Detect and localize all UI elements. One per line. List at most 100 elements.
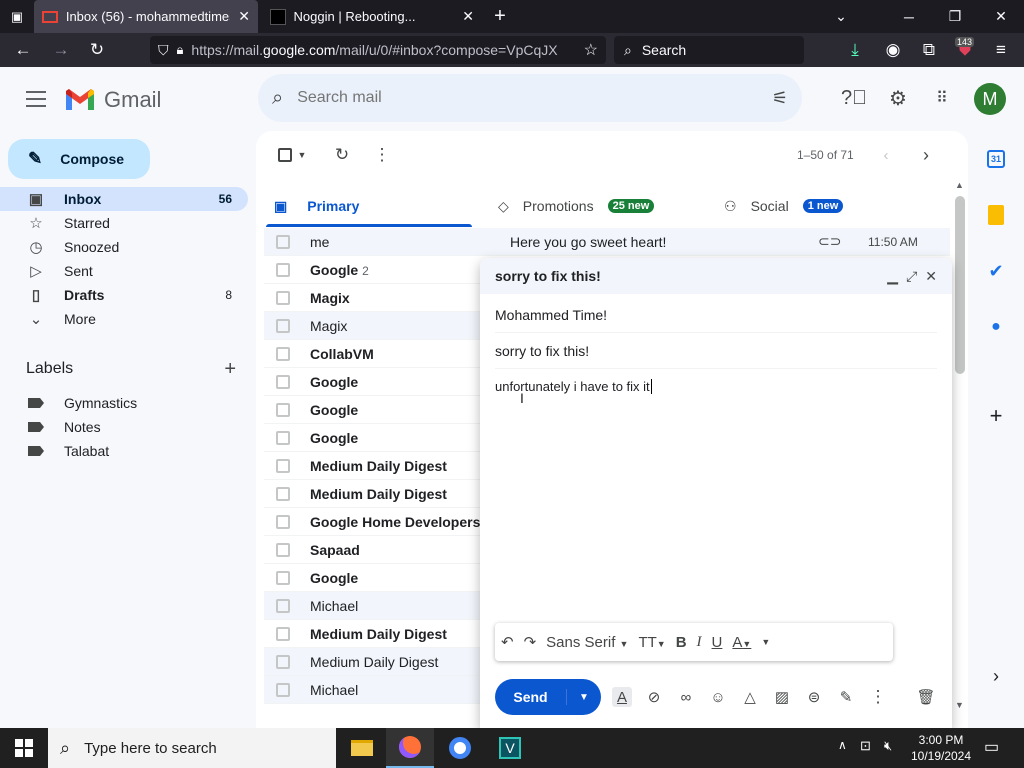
row-checkbox[interactable] [276, 542, 290, 557]
subject-field[interactable]: sorry to fix this! [495, 333, 937, 369]
row-checkbox[interactable] [276, 402, 290, 417]
tab-gmail-inbox[interactable]: Inbox (56) - mohammedtime57@ ✕ [34, 0, 258, 33]
schedule-send-icon[interactable]: ▼ [567, 692, 601, 703]
search-icon[interactable]: ⌕ [272, 87, 283, 110]
extensions-icon[interactable]: ⧉ [914, 33, 944, 67]
app-menu-icon[interactable]: ≡ [986, 33, 1016, 67]
shield-icon[interactable]: ⛉ [158, 42, 169, 59]
label-item[interactable]: Notes [28, 415, 101, 439]
message-body[interactable]: unfortunately i have to fix it [495, 379, 937, 399]
row-checkbox[interactable] [276, 262, 290, 277]
refresh-icon[interactable]: ↻ [332, 145, 352, 165]
tab-social[interactable]: ⚇ Social 1 new [724, 186, 844, 226]
italic-icon[interactable]: I [697, 634, 702, 651]
row-checkbox[interactable] [276, 374, 290, 389]
row-checkbox[interactable] [276, 346, 290, 361]
restore-window-icon[interactable]: ❐ [932, 0, 978, 33]
send-button[interactable]: Send [495, 689, 567, 705]
address-bar[interactable]: ⛉ 🔒︎ https://mail.google.com/mail/u/0/#i… [150, 36, 606, 64]
row-checkbox[interactable] [276, 430, 290, 445]
expand-icon[interactable]: ⤢ [906, 268, 917, 285]
tab-promotions[interactable]: ◇ Promotions 25 new [498, 186, 655, 226]
settings-gear-icon[interactable]: ⚙ [886, 86, 910, 110]
tab-noggin[interactable]: Noggin | Rebooting... ✕ [262, 0, 482, 33]
windows-start-icon[interactable] [0, 728, 48, 768]
row-checkbox[interactable] [276, 514, 290, 529]
list-all-tabs-icon[interactable]: ⌄ [826, 0, 856, 33]
underline-icon[interactable]: U [712, 634, 723, 651]
google-apps-icon[interactable]: ⠿ [930, 86, 954, 110]
help-icon[interactable]: ?⃝ [841, 86, 867, 110]
newer-page-icon[interactable]: ‹ [876, 145, 896, 165]
select-all-checkbox[interactable]: ▼ [274, 145, 310, 165]
search-options-icon[interactable]: ⚟ [772, 88, 788, 109]
more-options-icon[interactable]: ⋮ [868, 687, 888, 707]
row-checkbox[interactable] [276, 626, 290, 641]
nav-item-starred[interactable]: ☆ Starred [0, 211, 248, 235]
insert-link-icon[interactable]: ∞ [676, 687, 696, 707]
volume-muted-icon[interactable]: 🔇︎ [884, 738, 892, 754]
browser-search-box[interactable]: ⌕ Search [614, 36, 804, 64]
minimize-icon[interactable]: ▁ [887, 268, 898, 285]
more-vertical-icon[interactable]: ⋮ [372, 145, 392, 165]
contacts-icon[interactable]: ● [984, 315, 1008, 339]
row-checkbox[interactable] [276, 290, 290, 305]
search-mail-input[interactable] [297, 89, 758, 107]
more-formatting-icon[interactable]: ▼ [761, 637, 770, 647]
close-tab-icon[interactable]: ✕ [462, 8, 474, 25]
google-drive-icon[interactable]: △ [740, 687, 760, 707]
row-checkbox[interactable] [276, 570, 290, 585]
scrollbar-thumb[interactable] [955, 196, 965, 374]
send-button-group[interactable]: Send ▼ [495, 679, 601, 715]
label-item[interactable]: Talabat [28, 439, 109, 463]
add-label-icon[interactable]: + [224, 358, 236, 381]
account-avatar[interactable]: M [974, 83, 1006, 115]
vs-code-taskbar-icon[interactable]: V [486, 728, 534, 768]
network-icon[interactable]: ⊡ [860, 738, 871, 754]
row-checkbox[interactable] [276, 598, 290, 613]
calendar-icon[interactable]: 31 [984, 147, 1008, 171]
close-icon[interactable]: ✕ [925, 268, 937, 285]
tasks-icon[interactable]: ✔ [984, 259, 1008, 283]
chrome-taskbar-icon[interactable] [436, 728, 484, 768]
get-addons-icon[interactable]: + [984, 403, 1008, 428]
file-explorer-icon[interactable] [338, 728, 386, 768]
scroll-down-icon[interactable]: ▼ [955, 700, 964, 710]
tab-primary[interactable]: ▣ Primary [274, 186, 359, 226]
show-hidden-icons-icon[interactable]: ∧ [838, 738, 847, 752]
close-window-icon[interactable]: ✕ [978, 0, 1024, 33]
recipients-field[interactable]: Mohammed Time! [495, 297, 937, 333]
row-checkbox[interactable] [276, 458, 290, 473]
recipient-chip[interactable]: Mohammed Time! [495, 307, 607, 323]
mail-search-bar[interactable]: ⌕ ⚟ [258, 74, 802, 122]
gmail-logo[interactable]: Gmail [64, 86, 164, 114]
text-color-icon[interactable]: A▼ [732, 634, 751, 651]
bold-icon[interactable]: B [676, 634, 687, 651]
nav-item-sent[interactable]: ▷ Sent [0, 259, 248, 283]
label-item[interactable]: Gymnastics [28, 391, 137, 415]
mail-list-scrollbar[interactable]: ▲ ▼ [952, 180, 968, 710]
nav-item-inbox[interactable]: ▣ Inbox 56 [0, 187, 248, 211]
taskbar-search-box[interactable]: ⌕ Type here to search [48, 728, 336, 768]
compose-header[interactable]: sorry to fix this! ▁ ⤢ ✕ [480, 258, 952, 294]
insert-emoji-icon[interactable]: ☺ [708, 687, 728, 707]
compose-button[interactable]: ✎ Compose [8, 139, 150, 179]
discard-draft-icon[interactable]: 🗑︎ [916, 687, 936, 707]
keep-icon[interactable] [984, 203, 1008, 227]
redo-icon[interactable]: ↷ [524, 633, 537, 651]
row-checkbox[interactable] [276, 486, 290, 501]
firefox-taskbar-icon[interactable] [386, 728, 434, 768]
reload-icon[interactable]: ↻ [82, 33, 112, 67]
close-tab-icon[interactable]: ✕ [238, 8, 250, 25]
tab-list-icon[interactable]: ▣ [2, 0, 32, 33]
new-tab-button[interactable]: + [485, 0, 515, 33]
nav-item-drafts[interactable]: ▯ Drafts 8 [0, 283, 248, 307]
older-page-icon[interactable]: › [916, 145, 936, 165]
insert-signature-icon[interactable]: ✎ [836, 687, 856, 707]
insert-photo-icon[interactable]: ▨ [772, 687, 792, 707]
show-side-panel-icon[interactable]: › [984, 664, 1008, 688]
text-size-icon[interactable]: TT▼ [638, 634, 665, 651]
scroll-up-icon[interactable]: ▲ [955, 180, 964, 190]
attach-file-icon[interactable]: ⊘ [644, 687, 664, 707]
forward-icon[interactable]: → [46, 33, 76, 67]
